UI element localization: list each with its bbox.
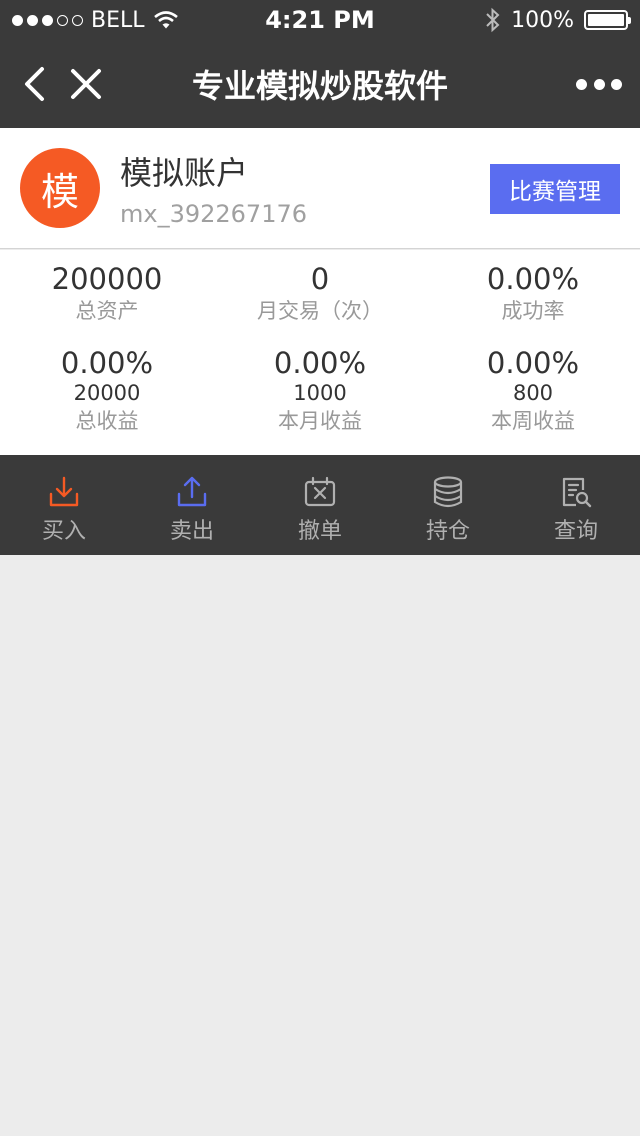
nav-bar: 专业模拟炒股软件 <box>0 40 640 128</box>
close-button[interactable] <box>64 60 108 108</box>
competition-manage-button[interactable]: 比赛管理 <box>490 164 620 214</box>
stat-value: 0.00% <box>60 346 154 380</box>
stat-month-return: 0.00% 1000 本月收益 <box>213 346 427 436</box>
upload-icon <box>175 475 209 509</box>
status-left: BELL <box>12 8 179 33</box>
stat-value: 0.00% <box>273 346 367 380</box>
holdings-button[interactable]: 持仓 <box>384 455 512 555</box>
wifi-icon <box>153 11 178 29</box>
stat-label: 本月收益 <box>278 409 362 433</box>
stat-amount: 20000 <box>73 381 141 405</box>
stat-value: 0.00% <box>486 346 580 380</box>
sell-button[interactable]: 卖出 <box>128 455 256 555</box>
download-icon <box>47 475 81 509</box>
stat-value: 0 <box>310 262 330 296</box>
account-name: 模拟账户 <box>120 154 249 192</box>
carrier-name: BELL <box>91 7 145 33</box>
query-button[interactable]: 查询 <box>512 455 640 555</box>
more-dot-icon <box>611 78 622 90</box>
stat-amount: 1000 <box>293 381 347 405</box>
stat-success-rate: 0.00% 成功率 <box>426 262 640 326</box>
stat-total-assets: 200000 总资产 <box>0 262 214 326</box>
status-right: 100% <box>485 7 631 33</box>
stats-panel: 200000 总资产 0 月交易（次） 0.00% 成功率 0.00% 2000… <box>0 250 640 455</box>
sell-label: 卖出 <box>169 519 214 544</box>
content-area <box>0 555 640 1136</box>
buy-button[interactable]: 买入 <box>0 455 128 555</box>
avatar: 模 <box>20 148 100 228</box>
stat-week-return: 0.00% 800 本周收益 <box>426 346 640 436</box>
more-dot-icon <box>593 78 605 90</box>
cancel-order-label: 撤单 <box>297 519 342 544</box>
more-dot-icon <box>576 78 587 90</box>
stat-label: 本周收益 <box>491 409 575 433</box>
stat-label: 成功率 <box>501 299 565 323</box>
stat-total-return: 0.00% 20000 总收益 <box>0 346 214 436</box>
chevron-left-icon <box>25 67 44 101</box>
stat-monthly-trades: 0 月交易（次） <box>213 262 427 326</box>
battery-icon <box>584 10 631 30</box>
signal-strength-icon <box>12 14 83 26</box>
cancel-order-button[interactable]: 撤单 <box>256 455 384 555</box>
holdings-label: 持仓 <box>425 519 470 544</box>
battery-percent: 100% <box>511 7 574 33</box>
action-toolbar: 买入 卖出 撤单 持仓 查询 <box>0 455 640 555</box>
stat-label: 总收益 <box>75 409 139 433</box>
buy-label: 买入 <box>41 519 86 544</box>
account-card: 模 模拟账户 mx_392267176 比赛管理 <box>0 128 640 249</box>
calendar-x-icon <box>303 475 337 509</box>
more-button[interactable] <box>576 68 622 100</box>
stat-value: 200000 <box>51 262 163 296</box>
search-document-icon <box>559 475 593 509</box>
stat-value: 0.00% <box>486 262 580 296</box>
stat-label: 总资产 <box>75 299 139 323</box>
query-label: 查询 <box>553 519 598 544</box>
close-icon <box>71 69 101 99</box>
bluetooth-icon <box>486 7 500 33</box>
stat-amount: 800 <box>512 381 554 405</box>
database-icon <box>431 475 465 509</box>
account-id: mx_392267176 <box>120 200 308 228</box>
stat-label: 月交易（次） <box>257 299 383 323</box>
back-button[interactable] <box>14 60 54 108</box>
status-bar: BELL 4:21 PM 100% <box>0 0 640 40</box>
